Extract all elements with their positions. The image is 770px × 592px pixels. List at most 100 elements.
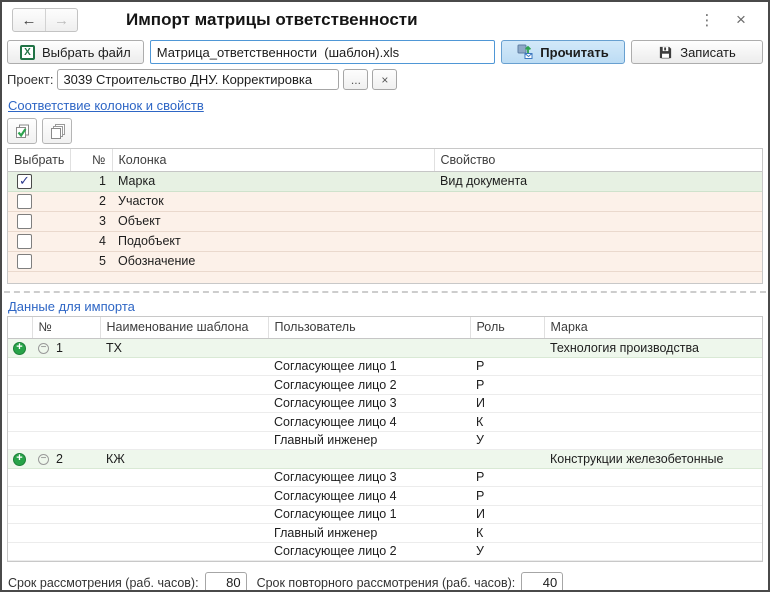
import-header-row: № Наименование шаблона Пользователь Роль… [8, 317, 762, 339]
back-arrow-icon [22, 12, 37, 29]
mapping-header-row: Выбрать № Колонка Свойство [8, 149, 762, 171]
project-label: Проект: [7, 72, 53, 87]
file-name-input[interactable] [150, 40, 495, 64]
row-role: Р [470, 357, 544, 376]
collapse-icon[interactable] [38, 343, 49, 354]
row-user: Согласующее лицо 1 [268, 357, 470, 376]
row-role: К [470, 524, 544, 543]
row-property [434, 191, 762, 211]
row-checkbox[interactable] [17, 214, 32, 229]
row-role: У [470, 431, 544, 450]
row-num: 4 [70, 231, 112, 251]
row-property [434, 231, 762, 251]
review-hours-label: Срок рассмотрения (раб. часов): [8, 576, 199, 590]
detail-row[interactable]: Согласующее лицо 1 Р [8, 357, 762, 376]
project-select-button[interactable]: ... [343, 69, 368, 90]
row-num [32, 431, 100, 450]
read-button[interactable]: Прочитать [501, 40, 625, 64]
flag-toolbar [2, 115, 768, 148]
row-template [100, 468, 268, 487]
row-num [32, 357, 100, 376]
row-role: К [470, 413, 544, 432]
table-row[interactable]: 2 Участок [8, 191, 762, 211]
back-button[interactable] [13, 9, 45, 31]
table-row[interactable]: 3 Объект [8, 211, 762, 231]
row-user: Согласующее лицо 1 [268, 505, 470, 524]
footer: Срок рассмотрения (раб. часов): Срок пов… [2, 562, 768, 592]
forward-button[interactable] [45, 9, 77, 31]
clear-all-flags-button[interactable] [42, 118, 72, 144]
row-num [32, 524, 100, 543]
row-checkbox[interactable] [17, 254, 32, 269]
review-hours-input[interactable] [205, 572, 247, 592]
row-num: 2 [70, 191, 112, 211]
rereview-hours-input[interactable] [521, 572, 563, 592]
row-column: Марка [112, 171, 434, 191]
row-checkbox[interactable] [17, 194, 32, 209]
row-num [32, 487, 100, 506]
table-row[interactable]: 5 Обозначение [8, 251, 762, 271]
row-template [100, 394, 268, 413]
row-role: Р [470, 487, 544, 506]
row-num [32, 413, 100, 432]
mapping-col-property[interactable]: Свойство [434, 149, 762, 171]
import-col-user[interactable]: Пользователь [268, 317, 470, 339]
row-role: Р [470, 376, 544, 395]
add-row-icon[interactable] [13, 342, 26, 355]
row-role: У [470, 542, 544, 561]
import-section-link[interactable]: Данные для импорта [8, 299, 135, 314]
detail-row[interactable]: Согласующее лицо 1 И [8, 505, 762, 524]
row-num [32, 505, 100, 524]
mapping-table: Выбрать № Колонка Свойство 1 Марка Вид д… [7, 148, 763, 284]
row-template [100, 376, 268, 395]
row-marka [544, 394, 762, 413]
detail-row[interactable]: Согласующее лицо 3 Р [8, 468, 762, 487]
add-row-icon[interactable] [13, 453, 26, 466]
row-num: 1 [70, 171, 112, 191]
close-icon[interactable] [728, 10, 754, 30]
write-button[interactable]: Записать [631, 40, 763, 64]
row-template [100, 413, 268, 432]
mapping-col-num[interactable]: № [70, 149, 112, 171]
import-col-template[interactable]: Наименование шаблона [100, 317, 268, 339]
set-all-flags-button[interactable] [7, 118, 37, 144]
mapping-section-link[interactable]: Соответствие колонок и свойств [8, 98, 204, 113]
row-checkbox[interactable] [17, 174, 32, 189]
row-user: Согласующее лицо 2 [268, 542, 470, 561]
row-user: Согласующее лицо 2 [268, 376, 470, 395]
set-all-flags-icon [14, 123, 31, 140]
collapse-icon[interactable] [38, 454, 49, 465]
more-menu-icon[interactable] [694, 11, 720, 29]
row-checkbox[interactable] [17, 234, 32, 249]
import-col-marka[interactable]: Марка [544, 317, 762, 339]
excel-icon [20, 45, 35, 60]
mapping-table-body: 1 Марка Вид документа 2 Участок 3 Объект… [8, 171, 762, 271]
project-clear-button[interactable]: × [372, 69, 397, 90]
import-col-role[interactable]: Роль [470, 317, 544, 339]
detail-row[interactable]: Согласующее лицо 3 И [8, 394, 762, 413]
mapping-col-select[interactable]: Выбрать [8, 149, 70, 171]
detail-row[interactable]: Главный инженер К [8, 524, 762, 543]
row-num: 5 [70, 251, 112, 271]
detail-row[interactable]: Согласующее лицо 2 Р [8, 376, 762, 395]
row-template: КЖ [100, 450, 268, 469]
detail-row[interactable]: Согласующее лицо 2 У [8, 542, 762, 561]
table-row[interactable]: 1 Марка Вид документа [8, 171, 762, 191]
import-col-num[interactable]: № [32, 317, 100, 339]
choose-file-button[interactable]: Выбрать файл [7, 40, 144, 64]
detail-row[interactable]: Главный инженер У [8, 431, 762, 450]
detail-row[interactable]: Согласующее лицо 4 К [8, 413, 762, 432]
row-marka [544, 376, 762, 395]
group-row[interactable]: 2 КЖ Конструкции железобетонные [8, 450, 762, 469]
row-marka: Технология производства [544, 339, 762, 358]
table-row[interactable]: 4 Подобъект [8, 231, 762, 251]
project-input[interactable] [57, 69, 339, 90]
mapping-col-column[interactable]: Колонка [112, 149, 434, 171]
clear-all-flags-icon [49, 123, 66, 140]
splitter-handle[interactable] [4, 291, 766, 293]
detail-row[interactable]: Согласующее лицо 4 Р [8, 487, 762, 506]
row-marka [544, 413, 762, 432]
group-row[interactable]: 1 ТХ Технология производства [8, 339, 762, 358]
import-read-icon [517, 44, 533, 60]
nav-buttons [12, 8, 78, 32]
